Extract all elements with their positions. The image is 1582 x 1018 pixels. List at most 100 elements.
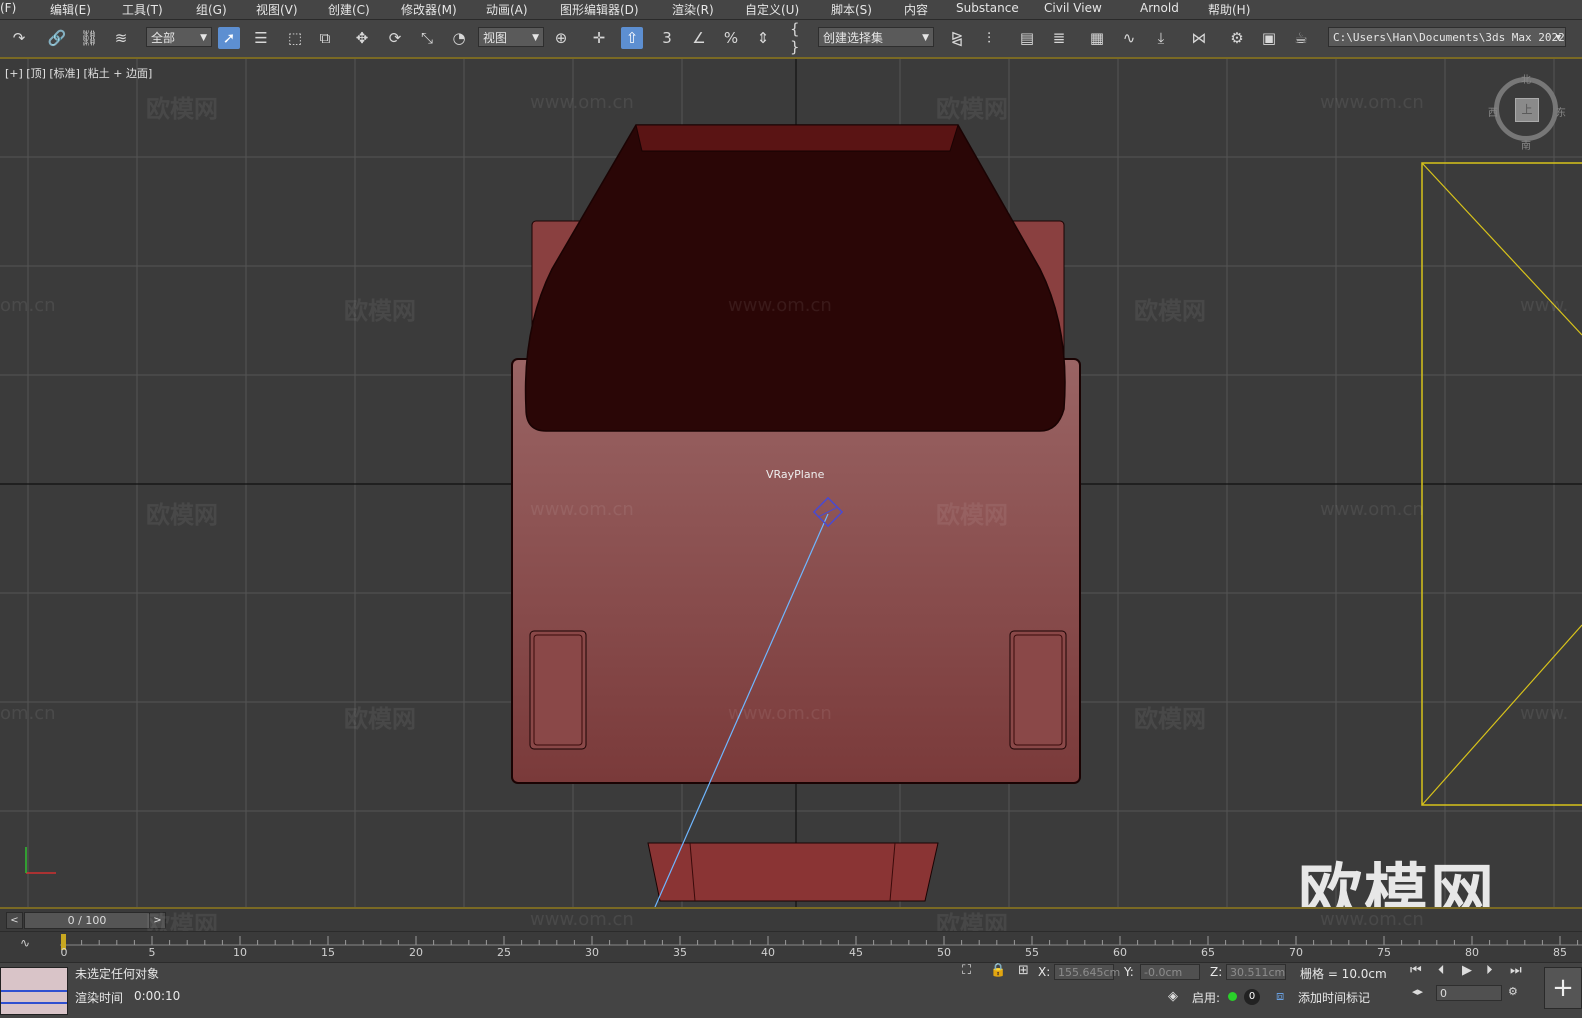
menu-create[interactable]: 创建(C) xyxy=(328,1,370,18)
time-slider-thumb[interactable]: 0 / 100 xyxy=(24,912,150,929)
current-frame-field[interactable]: 0 xyxy=(1436,985,1502,1001)
select-object-icon[interactable]: ➚ xyxy=(218,27,240,49)
viewport-top[interactable]: [+] [顶] [标准] [粘土 + 边面] 欧模网 www.om.cn 欧模网… xyxy=(0,59,1582,909)
select-manipulate-icon[interactable]: ✛ xyxy=(588,27,610,49)
project-path-dropdown[interactable]: C:\Users\Han\Documents\3ds Max 2022 ▼ xyxy=(1328,27,1566,47)
maxscript-listener-mini[interactable] xyxy=(0,967,68,1015)
go-to-end-icon[interactable]: ⏭ xyxy=(1510,963,1522,978)
tick-label: 65 xyxy=(1201,946,1215,959)
menu-scripting[interactable]: 脚本(S) xyxy=(831,1,872,18)
dope-sheet-icon[interactable]: ⤓ xyxy=(1150,27,1172,49)
render-setup-icon[interactable]: ⚙ xyxy=(1226,27,1248,49)
menu-view[interactable]: 视图(V) xyxy=(256,1,298,18)
rotate-icon[interactable]: ⟳ xyxy=(384,27,406,49)
rectangular-selection-icon[interactable]: ⬚ xyxy=(284,27,306,49)
watermark-url: www.om.cn xyxy=(1320,92,1424,113)
watermark-url: www.om.cn xyxy=(530,499,634,520)
selection-filter-dropdown[interactable]: 全部 ▼ xyxy=(146,27,212,47)
watermark: 欧模网 xyxy=(1134,705,1206,733)
rendered-frame-window-icon[interactable]: ▣ xyxy=(1258,27,1280,49)
viewcube-west: 西 xyxy=(1488,108,1498,119)
mirror-icon[interactable]: ⧎ xyxy=(946,27,968,49)
time-slider[interactable]: < 0 / 100 > 欧模网 www.om.cn 欧模网 www.om.cn xyxy=(0,909,1582,939)
named-selection-dropdown[interactable]: 创建选择集 ▼ xyxy=(818,27,934,47)
menu-customize[interactable]: 自定义(U) xyxy=(745,1,799,18)
viewport-label[interactable]: [+] [顶] [标准] [粘土 + 边面] xyxy=(5,65,152,81)
reference-coordinate-dropdown[interactable]: 视图 ▼ xyxy=(478,27,544,47)
keyboard-shortcut-override-icon[interactable]: ⇧ xyxy=(621,27,643,49)
reference-coordinate-value: 视图 xyxy=(483,31,508,45)
x-coordinate-field[interactable]: 155.645cm xyxy=(1054,964,1120,980)
menu-modifiers[interactable]: 修改器(M) xyxy=(401,1,457,18)
spinner-snap-icon[interactable]: ⇕ xyxy=(752,27,774,49)
bind-space-warp-icon[interactable]: ≋ xyxy=(110,27,132,49)
key-mode-icon[interactable]: ◂▸ xyxy=(1412,985,1423,998)
watermark: 欧模网 xyxy=(344,297,416,325)
tick-label: 50 xyxy=(937,946,951,959)
window-crossing-icon[interactable]: ⧉ xyxy=(314,27,336,49)
redo-icon[interactable]: ↷ xyxy=(8,27,30,49)
viewcube-east: 东 xyxy=(1556,108,1566,119)
toggle-ribbon-icon[interactable]: ▦ xyxy=(1086,27,1108,49)
y-coordinate-field[interactable]: -0.0cm xyxy=(1140,964,1200,980)
menu-graph-editors[interactable]: 图形编辑器(D) xyxy=(560,1,639,18)
menu-file[interactable]: (F) xyxy=(0,1,16,15)
track-bar[interactable]: ∿ 0 5 10 15 20 25 30 35 40 45 50 55 60 6… xyxy=(0,931,1582,962)
percent-snap-icon[interactable]: % xyxy=(720,27,742,49)
menu-help[interactable]: 帮助(H) xyxy=(1208,1,1250,18)
go-to-start-icon[interactable]: ⏮ xyxy=(1410,963,1422,978)
time-slider-prev-button[interactable]: < xyxy=(6,912,23,929)
angle-snap-icon[interactable]: ∠ xyxy=(688,27,710,49)
chevron-down-icon: ▼ xyxy=(532,33,539,43)
menu-group[interactable]: 组(G) xyxy=(196,1,227,18)
viewcube-face-top[interactable]: 上 xyxy=(1515,98,1539,122)
scale-icon[interactable]: ⤡ xyxy=(416,27,438,49)
select-by-name-icon[interactable]: ☰ xyxy=(250,27,272,49)
viewcube[interactable]: 上 xyxy=(1494,77,1558,141)
watermark-url: www.om.cn xyxy=(1320,909,1424,930)
object-name-label: VRayPlane xyxy=(766,468,825,481)
time-configuration-icon[interactable]: ⚙ xyxy=(1508,985,1518,998)
move-icon[interactable]: ✥ xyxy=(351,27,373,49)
menu-tools[interactable]: 工具(T) xyxy=(122,1,163,18)
watermark-url: www. xyxy=(1520,703,1569,724)
watermark-url: www.om.cn xyxy=(1320,499,1424,520)
unlink-icon[interactable]: ⛓ xyxy=(78,27,100,49)
tick-label: 5 xyxy=(148,946,156,959)
snaps-toggle-icon[interactable]: 3 xyxy=(656,27,678,49)
tick-label: 85 xyxy=(1553,946,1567,959)
menu-rendering[interactable]: 渲染(R) xyxy=(672,1,714,18)
toggle-layer-explorer-icon[interactable]: ≣ xyxy=(1048,27,1070,49)
watermark: 欧模网 xyxy=(344,705,416,733)
pivot-center-icon[interactable]: ⊕ xyxy=(550,27,572,49)
schematic-view-icon[interactable]: ⋈ xyxy=(1188,27,1210,49)
add-viewport-icon[interactable]: + xyxy=(1544,967,1582,1009)
toggle-scene-explorer-icon[interactable]: ▤ xyxy=(1016,27,1038,49)
selection-lock-icon[interactable]: 🔒 xyxy=(990,963,1006,978)
align-icon[interactable]: ⫶ xyxy=(978,27,1000,49)
isolate-selection-icon[interactable]: ⛶ xyxy=(962,963,971,978)
menu-animation[interactable]: 动画(A) xyxy=(486,1,528,18)
adaptive-degradation-icon[interactable]: ◈ xyxy=(1168,989,1178,1004)
z-coordinate-field[interactable]: 30.511cm xyxy=(1226,964,1286,980)
menu-content[interactable]: 内容 xyxy=(904,1,928,18)
curve-editor-icon[interactable]: ∿ xyxy=(1118,27,1140,49)
edit-named-selection-icon[interactable]: { } xyxy=(790,20,812,56)
absolute-mode-icon[interactable]: ⊞ xyxy=(1018,963,1029,978)
chevron-down-icon: ▼ xyxy=(922,33,929,43)
time-tag-icon[interactable]: ⧈ xyxy=(1276,989,1284,1004)
link-icon[interactable]: 🔗 xyxy=(46,27,68,49)
menu-edit[interactable]: 编辑(E) xyxy=(50,1,91,18)
render-production-icon[interactable]: ☕ xyxy=(1290,27,1312,49)
next-frame-icon[interactable]: ⏵ xyxy=(1486,963,1493,978)
play-icon[interactable]: ▶ xyxy=(1462,963,1472,978)
selection-status: 未选定任何对象 xyxy=(75,967,160,981)
previous-frame-icon[interactable]: ⏴ xyxy=(1438,963,1445,978)
menu-substance[interactable]: Substance xyxy=(956,1,1019,15)
menu-arnold[interactable]: Arnold xyxy=(1140,1,1179,15)
menu-civil-view[interactable]: Civil View xyxy=(1044,1,1102,15)
add-time-tag-button[interactable]: 添加时间标记 xyxy=(1298,989,1370,1006)
placement-icon[interactable]: ◔ xyxy=(448,27,470,49)
project-path-value: C:\Users\Han\Documents\3ds Max 2022 xyxy=(1333,31,1565,44)
selection-filter-value: 全部 xyxy=(151,31,176,45)
